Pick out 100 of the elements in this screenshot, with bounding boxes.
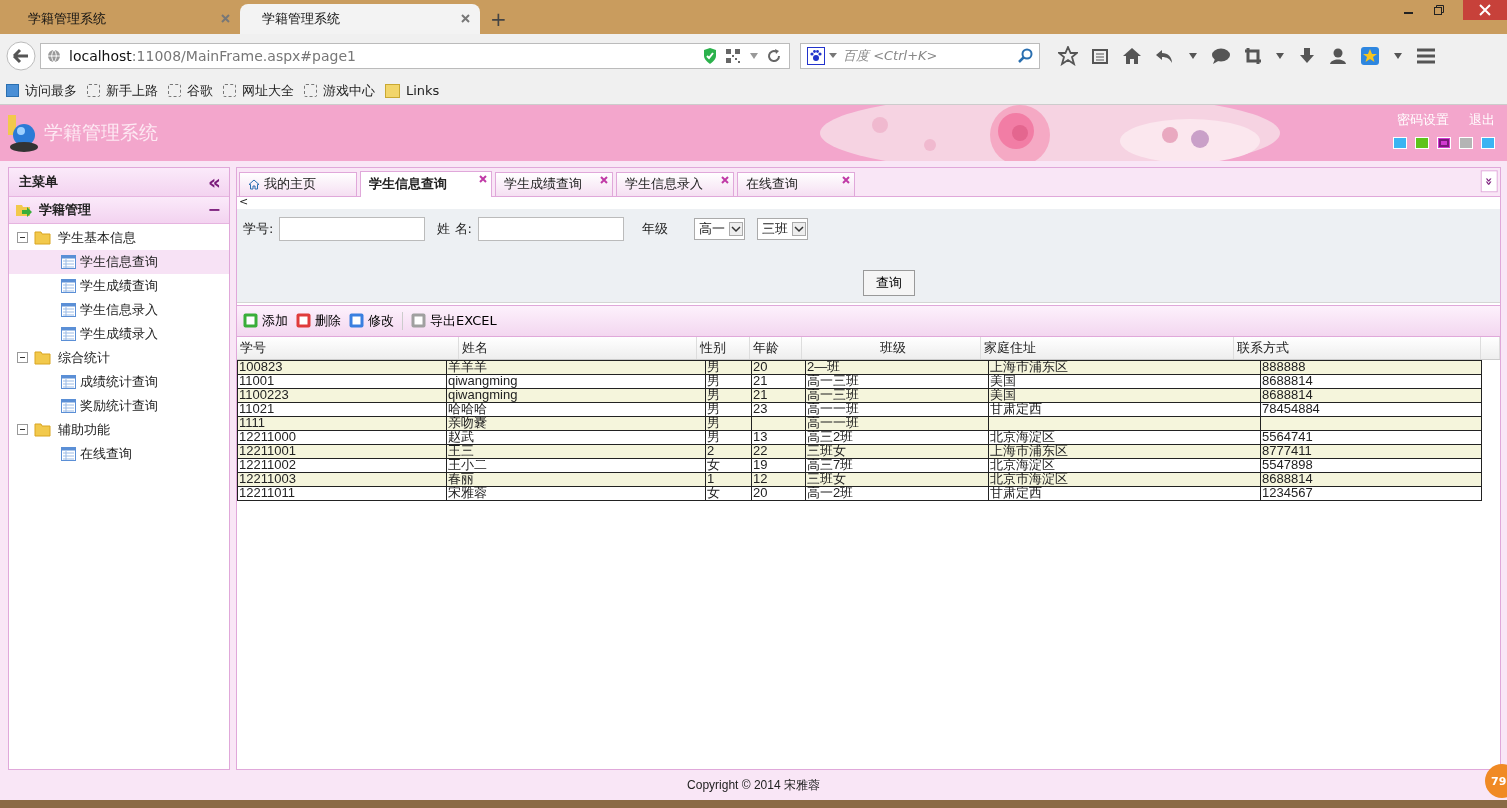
- home-icon[interactable]: [1122, 46, 1142, 65]
- qr-code-icon[interactable]: [725, 47, 741, 64]
- tab[interactable]: 在线查询: [737, 171, 855, 196]
- reading-list-icon[interactable]: [1091, 46, 1109, 65]
- home-icon: [248, 178, 260, 190]
- table-cell: 8688814: [1262, 389, 1313, 402]
- toolbar-button[interactable]: 删除: [296, 311, 341, 330]
- tab[interactable]: 我的主页: [239, 171, 357, 196]
- table-cell: 1: [707, 473, 715, 486]
- table-cell: 12: [753, 473, 768, 486]
- input-field[interactable]: [477, 216, 624, 241]
- tree-node[interactable]: 辅助功能: [9, 417, 229, 442]
- back-icon[interactable]: [6, 40, 36, 71]
- user-icon[interactable]: [1329, 46, 1347, 65]
- toolbar-button[interactable]: 添加: [243, 311, 288, 330]
- table-cell: 女: [707, 459, 720, 472]
- menu-icon[interactable]: [1416, 46, 1436, 65]
- column-header[interactable]: 联系方式: [1234, 336, 1481, 359]
- globe-icon: [47, 48, 61, 63]
- back-link[interactable]: <: [237, 196, 1500, 209]
- bookmark-item[interactable]: 游戏中心: [304, 81, 375, 100]
- close-icon[interactable]: [600, 175, 608, 184]
- collapse-toggle[interactable]: −: [207, 200, 221, 220]
- dropdown-icon[interactable]: [1188, 51, 1198, 60]
- tree-item[interactable]: 学生信息录入: [9, 297, 229, 322]
- table-icon: [61, 278, 76, 293]
- column-header[interactable]: 姓名: [459, 336, 697, 359]
- crop-icon[interactable]: [1244, 46, 1262, 65]
- table-cell: 三班女: [807, 445, 846, 458]
- query-button[interactable]: 查询: [862, 269, 915, 296]
- close-icon[interactable]: [479, 174, 487, 183]
- tab[interactable]: 学生信息录入: [616, 171, 734, 196]
- bookmark-item[interactable]: 网址大全: [223, 81, 294, 100]
- bookmark-item[interactable]: Links: [385, 83, 440, 99]
- dropdown-icon[interactable]: [791, 221, 806, 236]
- table-icon: [61, 446, 76, 461]
- close-icon[interactable]: [842, 175, 850, 184]
- theme-swatch[interactable]: [1415, 136, 1429, 149]
- toggle-icon[interactable]: [17, 424, 28, 436]
- tree-item[interactable]: 奖励统计查询: [9, 393, 229, 418]
- table-cell: 男: [707, 403, 720, 416]
- download-icon[interactable]: [1298, 46, 1316, 65]
- address-bar[interactable]: localhost:11008/MainFrame.aspx#page1: [40, 42, 790, 69]
- collapse-button[interactable]: «: [208, 169, 221, 194]
- tree-item[interactable]: 学生成绩录入: [9, 321, 229, 346]
- bookmark-item[interactable]: 新手上路: [87, 81, 158, 100]
- restore-icon[interactable]: [1433, 4, 1445, 16]
- toggle-icon[interactable]: [17, 352, 28, 364]
- close-icon[interactable]: [461, 14, 470, 24]
- tab[interactable]: 学生成绩查询: [495, 171, 613, 196]
- theme-swatch[interactable]: [1437, 136, 1451, 149]
- table-cell: 2—班: [807, 361, 841, 374]
- close-button[interactable]: [1463, 0, 1507, 20]
- table-cell: 1100223: [239, 389, 289, 402]
- field-label: 学号:: [243, 219, 274, 238]
- search-icon[interactable]: [1017, 47, 1033, 64]
- table-cell: 哈哈哈: [448, 403, 487, 416]
- theme-swatch[interactable]: [1481, 136, 1495, 149]
- table-cell: qiwangming: [448, 389, 518, 402]
- column-header[interactable]: 性别: [697, 336, 750, 359]
- bookmark-item[interactable]: 谷歌: [168, 81, 213, 100]
- column-header[interactable]: 年龄: [750, 336, 802, 359]
- theme-swatch[interactable]: [1393, 136, 1407, 149]
- tree-item[interactable]: 成绩统计查询: [9, 369, 229, 394]
- chat-icon[interactable]: [1211, 46, 1231, 65]
- edit-icon: [349, 313, 364, 329]
- reload-icon[interactable]: [767, 48, 781, 63]
- shield-icon[interactable]: [703, 47, 717, 64]
- tree-item[interactable]: 学生信息查询: [9, 249, 229, 274]
- theme-swatch[interactable]: [1459, 136, 1473, 149]
- table-cell: 21: [753, 375, 768, 388]
- close-icon[interactable]: [721, 175, 729, 184]
- tree-node[interactable]: 综合统计: [9, 345, 229, 370]
- browser-tab[interactable]: 学籍管理系统: [240, 3, 480, 34]
- tree-item[interactable]: 在线查询: [9, 441, 229, 466]
- tab[interactable]: 学生信息查询: [360, 170, 492, 197]
- toolbar-button[interactable]: 修改: [349, 311, 394, 330]
- toolbar-button[interactable]: 导出EXCEL: [411, 311, 497, 330]
- tab-menu-button[interactable]: »: [1480, 170, 1498, 193]
- column-header[interactable]: 学号: [237, 336, 459, 359]
- search-bar[interactable]: 百度 <Ctrl+K>: [800, 42, 1040, 69]
- tree-item[interactable]: 学生成绩查询: [9, 273, 229, 298]
- grade-select[interactable]: 高一: [693, 217, 745, 240]
- table-cell: 女: [707, 487, 720, 500]
- bookmark-item[interactable]: 访问最多: [6, 81, 77, 100]
- sidebar-section[interactable]: 学籍管理 −: [9, 196, 229, 224]
- table-cell: 5564741: [1262, 431, 1313, 444]
- toggle-icon[interactable]: [17, 232, 28, 244]
- input-field[interactable]: [279, 216, 426, 241]
- column-header[interactable]: 班级: [802, 336, 981, 359]
- dropdown-icon[interactable]: [728, 221, 743, 236]
- column-header[interactable]: 家庭住址: [981, 336, 1234, 359]
- paw-icon[interactable]: [807, 46, 825, 65]
- browser-tab[interactable]: 学籍管理系统: [6, 3, 240, 34]
- dropdown-icon[interactable]: [1275, 51, 1285, 60]
- class-select[interactable]: 三班: [756, 217, 808, 240]
- tree-node[interactable]: 学生基本信息: [9, 225, 229, 250]
- dropdown-icon[interactable]: [1393, 51, 1403, 60]
- star-icon[interactable]: [1058, 45, 1078, 66]
- new-tab-button[interactable]: +: [480, 3, 517, 34]
